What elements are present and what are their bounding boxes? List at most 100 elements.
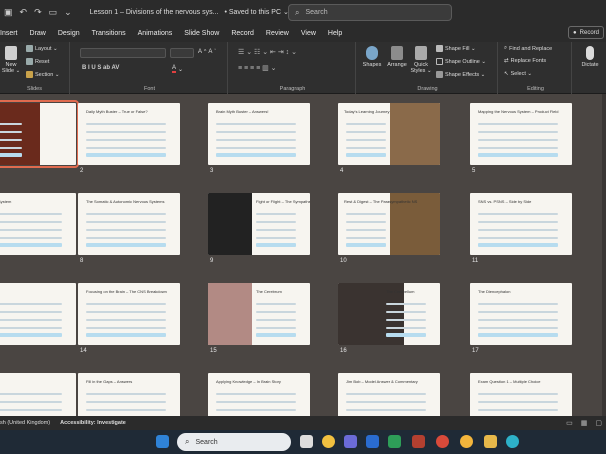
- widgets-icon[interactable]: [322, 435, 335, 448]
- slide-thumbnail[interactable]: Fight or Flight – The Sympathetic NS: [208, 193, 310, 255]
- tab-draw[interactable]: Draw: [30, 30, 46, 37]
- tab-transitions[interactable]: Transitions: [92, 30, 126, 37]
- slide-thumbnail[interactable]: Jim Bob – Model Answer & Commentary: [338, 373, 440, 416]
- arrange-button[interactable]: Arrange: [384, 46, 410, 68]
- redo-icon[interactable]: ↷: [34, 7, 42, 18]
- vertical-scrollbar[interactable]: [602, 94, 606, 416]
- acrobat-icon[interactable]: [436, 435, 449, 448]
- new-slide-button[interactable]: New Slide ⌄: [0, 46, 22, 74]
- shape-outline-button[interactable]: Shape Outline ⌄: [436, 58, 486, 65]
- slide-thumbnail[interactable]: The Cerebellum: [338, 283, 440, 345]
- slide-thumbnail[interactable]: Nervous System: [0, 193, 76, 255]
- slide-content-line: [478, 221, 558, 223]
- slide-thumbnail[interactable]: Rest & Digest – The Parasympathetic NS: [338, 193, 440, 255]
- shape-fill-label: Shape Fill ⌄: [445, 45, 476, 52]
- record-button[interactable]: ● Record: [568, 26, 604, 39]
- slide-content-line: [86, 221, 166, 223]
- slide-content-line: [0, 311, 62, 313]
- shapes-button[interactable]: Shapes: [360, 46, 384, 68]
- start-icon[interactable]: [156, 435, 169, 448]
- slide-thumbnail[interactable]: ision: [0, 373, 76, 416]
- slides-group: New Slide ⌄ Layout ⌄ Reset Section ⌄ Sli…: [0, 42, 70, 94]
- slide-content-line: [478, 131, 558, 133]
- format-buttons[interactable]: B I U S ab AV: [82, 65, 119, 71]
- tab-help[interactable]: Help: [328, 30, 342, 37]
- slide-thumbnail[interactable]: d Answer: [0, 283, 76, 345]
- dictate-button[interactable]: Dictate: [576, 46, 604, 68]
- normal-view-icon[interactable]: ▭: [566, 419, 573, 427]
- slide-thumbnail[interactable]: Exam Question 1 – Multiple Choice: [470, 373, 572, 416]
- slide-content-line: [86, 123, 166, 125]
- slide-thumbnail[interactable]: [0, 100, 79, 168]
- slide-thumbnail[interactable]: The Diencephalon: [470, 283, 572, 345]
- slide-content-line: [256, 221, 296, 223]
- outlook-icon[interactable]: [366, 435, 379, 448]
- reset-icon: [26, 58, 33, 65]
- accessibility-checker[interactable]: Accessibility: Investigate: [60, 420, 126, 426]
- slide-highlight-box: [86, 153, 166, 157]
- tab-animations[interactable]: Animations: [138, 30, 173, 37]
- slide-content-line: [478, 319, 558, 321]
- replace-fonts-button[interactable]: ⇄ Replace Fonts: [504, 58, 546, 64]
- slide-thumbnail[interactable]: Fill in the Gaps – Answers: [78, 373, 180, 416]
- slide-content-line: [386, 319, 426, 321]
- saved-status[interactable]: • Saved to this PC ⌄: [224, 8, 288, 16]
- section-button[interactable]: Section ⌄: [26, 71, 59, 78]
- font-color-button[interactable]: A ⌄: [172, 65, 183, 73]
- list-buttons[interactable]: ☰ ⌄ ☷ ⌄ ⇤ ⇥ ↕ ⌄: [238, 48, 297, 56]
- slides-group-label: Slides: [27, 86, 42, 92]
- edge-icon[interactable]: [506, 435, 519, 448]
- slide-content-line: [478, 213, 558, 215]
- slide-content-line: [216, 393, 296, 395]
- taskbar-search[interactable]: ⌕ Search: [177, 433, 291, 451]
- tab-record[interactable]: Record: [231, 30, 254, 37]
- undo-icon[interactable]: ↶: [20, 7, 28, 18]
- save-icon[interactable]: ▣: [4, 7, 13, 18]
- shape-effects-icon: [436, 71, 443, 78]
- find-replace-button[interactable]: ⌕ Find and Replace: [504, 45, 552, 52]
- shape-effects-button[interactable]: Shape Effects ⌄: [436, 71, 485, 78]
- slide-thumbnail[interactable]: Today's Learning Journey: [338, 103, 440, 165]
- teams-icon[interactable]: [344, 435, 357, 448]
- slide-thumbnail[interactable]: Brain Myth Buster – Answers!: [208, 103, 310, 165]
- font-name-dropdown[interactable]: [80, 48, 166, 58]
- tab-slide-show[interactable]: Slide Show: [184, 30, 219, 37]
- slide-thumbnail[interactable]: SNS vs. PSNS – Side by Side: [470, 193, 572, 255]
- slide-content-line: [256, 311, 296, 313]
- slide-thumbnail[interactable]: Focusing on the Brain – The CNS Breakdow…: [78, 283, 180, 345]
- slide-content-line: [0, 409, 62, 411]
- slide-thumbnail[interactable]: The Cerebrum: [208, 283, 310, 345]
- tab-design[interactable]: Design: [58, 30, 80, 37]
- chrome-icon[interactable]: [460, 435, 473, 448]
- tab-review[interactable]: Review: [266, 30, 289, 37]
- slide-highlight-box: [86, 243, 166, 247]
- alignment-buttons[interactable]: ≡ ≡ ≡ ≡ ▥ ⌄: [238, 64, 277, 72]
- customize-toolbar-icon[interactable]: ⌄: [64, 7, 72, 18]
- slide-thumbnail[interactable]: Daily Myth Buster – True or False?: [78, 103, 180, 165]
- reset-button[interactable]: Reset: [26, 58, 49, 65]
- tab-insert[interactable]: Insert: [0, 30, 18, 37]
- shape-fill-button[interactable]: Shape Fill ⌄: [436, 45, 476, 52]
- font-size-dropdown[interactable]: [170, 48, 194, 58]
- tab-view[interactable]: View: [301, 30, 316, 37]
- slide-content-line: [216, 139, 296, 141]
- select-button[interactable]: ↖ Select ⌄: [504, 71, 532, 77]
- reading-view-icon[interactable]: ▢: [595, 419, 602, 427]
- slide-thumbnail[interactable]: Mapping the Nervous System – Product Fie…: [470, 103, 572, 165]
- document-title[interactable]: Lesson 1 – Divisions of the nervous sys.…: [90, 9, 219, 16]
- file-explorer-icon[interactable]: [484, 435, 497, 448]
- taskbar-search-label: Search: [195, 438, 218, 446]
- excel-icon[interactable]: [388, 435, 401, 448]
- language-indicator[interactable]: sh (United Kingdom): [0, 420, 50, 426]
- slide-thumbnail[interactable]: The Somatic & Autonomic Nervous Systems: [78, 193, 180, 255]
- search-input[interactable]: ⌕ Search: [288, 4, 452, 21]
- layout-button[interactable]: Layout ⌄: [26, 45, 58, 52]
- slide-sorter-view-icon[interactable]: ▦: [581, 419, 588, 427]
- quick-styles-button[interactable]: Quick Styles ⌄: [410, 46, 432, 74]
- start-from-beginning-icon[interactable]: ▭: [49, 7, 58, 18]
- powerpoint-icon[interactable]: [412, 435, 425, 448]
- increase-font-button[interactable]: A ^ Aˇ: [198, 49, 216, 55]
- task-view-icon[interactable]: [300, 435, 313, 448]
- slide-content-line: [256, 319, 296, 321]
- slide-thumbnail[interactable]: Applying Knowledge – In Brain Story: [208, 373, 310, 416]
